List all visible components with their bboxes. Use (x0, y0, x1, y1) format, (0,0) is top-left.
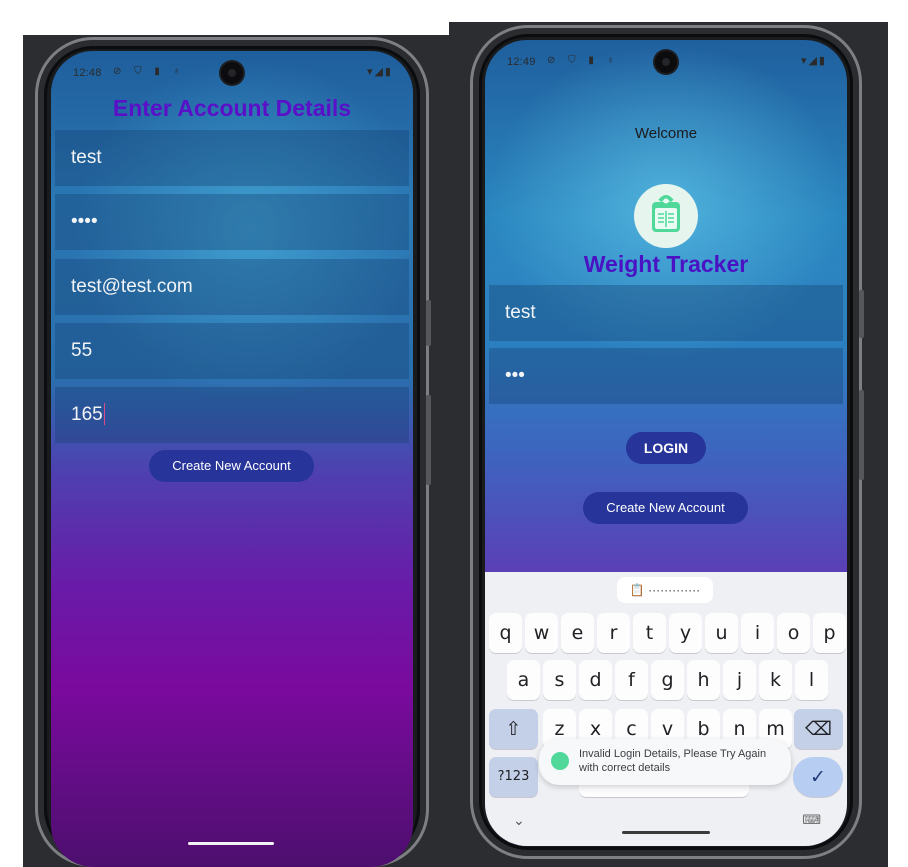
status-notification-icons: ⊘ ⛉ ▮ ♁ (113, 66, 186, 77)
weight-field[interactable]: 55 (55, 323, 409, 379)
enter-check-key-icon[interactable]: ✓ (793, 757, 843, 797)
username-field[interactable]: test (489, 285, 843, 341)
weight-tracker-logo-icon (634, 184, 698, 248)
clipboard-icon: 📋 (629, 583, 645, 597)
key-t[interactable]: t (633, 613, 666, 653)
key-w[interactable]: w (525, 613, 558, 653)
left-volume-button (426, 300, 431, 346)
soft-keyboard: 📋 ············· q w e r t y u i o p a s … (485, 572, 847, 846)
page-title: Enter Account Details (112, 95, 352, 121)
left-screen: 12:48 ⊘ ⛉ ▮ ♁ ▾◢▮ Enter Account Details … (51, 51, 413, 867)
key-y[interactable]: y (669, 613, 702, 653)
key-q[interactable]: q (489, 613, 522, 653)
camera-hole (655, 51, 677, 73)
toast-message-line2: with correct details (579, 762, 671, 774)
key-a[interactable]: a (507, 660, 540, 700)
password-field[interactable]: ••• (489, 348, 843, 404)
app-title: Weight Tracker (583, 251, 749, 277)
home-indicator (622, 831, 710, 834)
invalid-login-toast: Invalid Login Details, Please Try Again … (539, 739, 791, 785)
right-screen: 12:49 ⊘ ⛉ ▮ ♁ ▾◢▮ Welcome Weight Tracker… (485, 40, 847, 846)
keyboard-switch-icon[interactable]: ⌨ (802, 812, 821, 828)
key-k[interactable]: k (759, 660, 792, 700)
height-field[interactable]: 165 (55, 387, 409, 443)
status-time: 12:49 (507, 56, 536, 68)
app-icon (551, 752, 569, 770)
username-field[interactable]: test (55, 130, 409, 186)
key-s[interactable]: s (543, 660, 576, 700)
status-notification-icons: ⊘ ⛉ ▮ ♁ (547, 55, 620, 66)
right-power-button (859, 390, 864, 480)
toast-message-line1: Invalid Login Details, Please Try Again (579, 748, 767, 760)
key-r[interactable]: r (597, 613, 630, 653)
signal-battery-icon: ▾◢▮ (366, 66, 393, 78)
home-indicator (188, 842, 274, 845)
password-field[interactable]: •••• (55, 194, 409, 250)
text-cursor (104, 403, 105, 425)
key-l[interactable]: l (795, 660, 828, 700)
backspace-key-icon[interactable]: ⌫ (794, 709, 843, 749)
right-volume-button (859, 290, 864, 338)
key-g[interactable]: g (651, 660, 684, 700)
status-time: 12:48 (73, 67, 102, 79)
symbols-key[interactable]: ?123 (489, 757, 538, 797)
key-i[interactable]: i (741, 613, 774, 653)
signal-battery-icon: ▾◢▮ (800, 55, 827, 67)
clipboard-text: ············· (648, 583, 701, 597)
keyboard-collapse-icon[interactable]: ⌄ (513, 812, 525, 829)
key-d[interactable]: d (579, 660, 612, 700)
key-p[interactable]: p (813, 613, 846, 653)
clipboard-suggestion[interactable]: 📋 ············· (617, 577, 713, 603)
shift-key-icon[interactable]: ⇧ (489, 709, 538, 749)
key-u[interactable]: u (705, 613, 738, 653)
key-o[interactable]: o (777, 613, 810, 653)
create-account-button[interactable]: Create New Account (583, 492, 748, 524)
login-button[interactable]: LOGIN (626, 432, 706, 464)
camera-hole (221, 62, 243, 84)
create-account-button[interactable]: Create New Account (149, 450, 314, 482)
left-power-button (426, 395, 431, 485)
email-field[interactable]: test@test.com (55, 259, 409, 315)
key-h[interactable]: h (687, 660, 720, 700)
key-f[interactable]: f (615, 660, 648, 700)
key-e[interactable]: e (561, 613, 594, 653)
welcome-label: Welcome (634, 125, 698, 142)
key-j[interactable]: j (723, 660, 756, 700)
